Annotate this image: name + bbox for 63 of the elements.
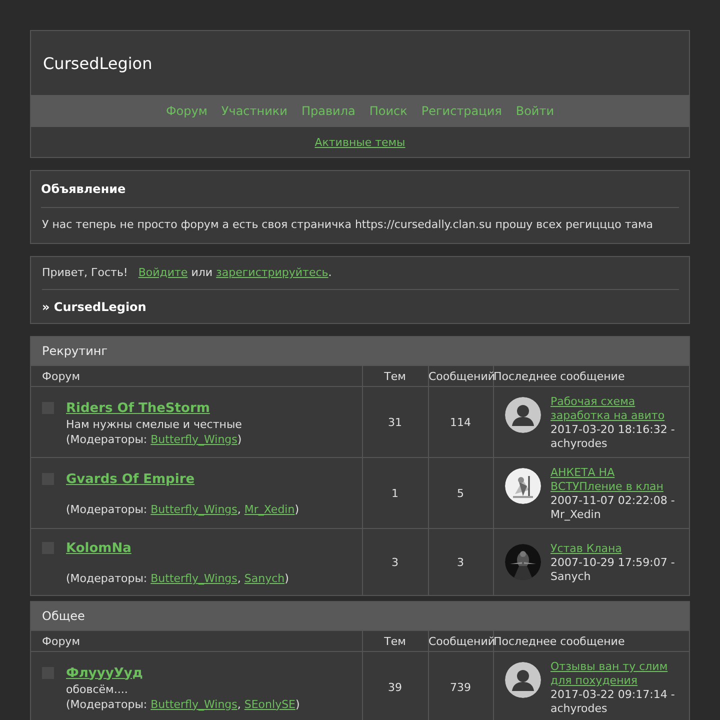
posts-count: 5 [457, 486, 464, 500]
last-post-link[interactable]: АНКЕТА НА ВСТУПление в клан [550, 466, 683, 494]
topics-count: 3 [392, 556, 398, 568]
nav-link[interactable]: Поиск [369, 104, 408, 118]
last-post-date: 2007-10-29 17:59:07 - [550, 556, 675, 570]
login-link[interactable]: Войдите [138, 266, 188, 279]
column-header: Тем [362, 630, 428, 652]
last-post-author: Sanych [550, 570, 592, 584]
column-header: Сообщений [428, 630, 493, 652]
posts-count: 114 [450, 416, 471, 428]
nav-link[interactable]: Форум [166, 104, 208, 118]
last-post-author: Mr_Xedin [550, 508, 602, 522]
moderators-text: (Модераторы: Butterfly_Wings, Sanych) [66, 572, 289, 585]
posts-count: 3 [457, 556, 464, 568]
column-header: Тем [362, 366, 428, 386]
announcement-text: У нас теперь не просто форум а есть своя страничка https://cursedally.clan.su прошу всех регицццо тама [41, 218, 654, 231]
last-post-link[interactable]: Отзывы ван ту слим для похудения [550, 660, 683, 688]
moderator-link[interactable]: Mr_Xedin [244, 503, 295, 516]
breadcrumb: » CursedLegion [42, 300, 146, 314]
column-header: Последнее сообщение [493, 630, 689, 652]
column-header: Последнее сообщение [493, 366, 689, 386]
last-post-link[interactable]: Устав Клана [550, 542, 675, 556]
nav-link[interactable]: Регистрация [421, 104, 502, 118]
moderator-link[interactable]: Butterfly_Wings [150, 503, 238, 516]
topics-count: 1 [392, 486, 398, 500]
nav-link[interactable]: Участники [221, 104, 288, 118]
last-post-author: achyrodes [550, 702, 608, 716]
last-post-date: 2007-11-07 02:22:08 - [550, 494, 676, 508]
forum-title-link[interactable]: Gvards Of Empire [66, 472, 300, 487]
avatar-icon [504, 397, 540, 433]
moderator-link[interactable]: Sanych [244, 572, 285, 585]
register-link[interactable]: зарегистрируйтесь [216, 266, 328, 279]
nav-link[interactable]: Войти [516, 104, 554, 118]
moderator-link[interactable]: Butterfly_Wings [150, 698, 238, 710]
forum-description: Нам нужны смелые и честные [66, 418, 242, 430]
moderators-text: (Модераторы: Butterfly_Wings) [66, 432, 242, 446]
moderators-text: (Модераторы: Butterfly_Wings, Mr_Xedin) [66, 503, 300, 516]
forum-title-link[interactable]: ФлуууУуд [66, 666, 300, 680]
topics-count: 39 [388, 680, 402, 694]
moderator-link[interactable]: Butterfly_Wings [150, 572, 238, 585]
category-title: Рекрутинг [31, 337, 689, 365]
last-post-date: 2017-03-20 18:16:32 - [550, 423, 676, 437]
active-topics-link[interactable]: Активные темы [314, 136, 406, 148]
posts-count: 739 [450, 680, 471, 694]
category-title: Общее [31, 602, 689, 630]
nav-link[interactable]: Правила [301, 104, 356, 118]
column-header: Сообщений [428, 366, 493, 386]
last-post-link[interactable]: Рабочая схема заработка на авито [550, 395, 683, 423]
forum-title-link[interactable]: KolomNa [66, 541, 289, 556]
topics-count: 31 [388, 416, 402, 428]
forum-title-link[interactable]: Riders Of TheStorm [66, 400, 242, 416]
column-header: Форум [31, 366, 362, 386]
welcome-text: Привет, Гость! Войдите или зарегистрируйтесь. [42, 266, 332, 279]
last-post-date: 2017-03-22 09:17:14 - [550, 688, 676, 702]
announcement-title: Объявление [41, 182, 679, 208]
moderators-text: (Модераторы: Butterfly_Wings, SEonlySE) [66, 698, 300, 710]
moderator-link[interactable]: Butterfly_Wings [150, 432, 238, 446]
avatar-icon [504, 662, 540, 698]
forum-description: обовсём.... [66, 682, 129, 696]
site-title: CursedLegion [43, 54, 152, 72]
moderator-link[interactable]: SEonlySE [244, 698, 296, 710]
last-post-author: achyrodes [550, 437, 608, 451]
column-header: Форум [31, 630, 362, 652]
